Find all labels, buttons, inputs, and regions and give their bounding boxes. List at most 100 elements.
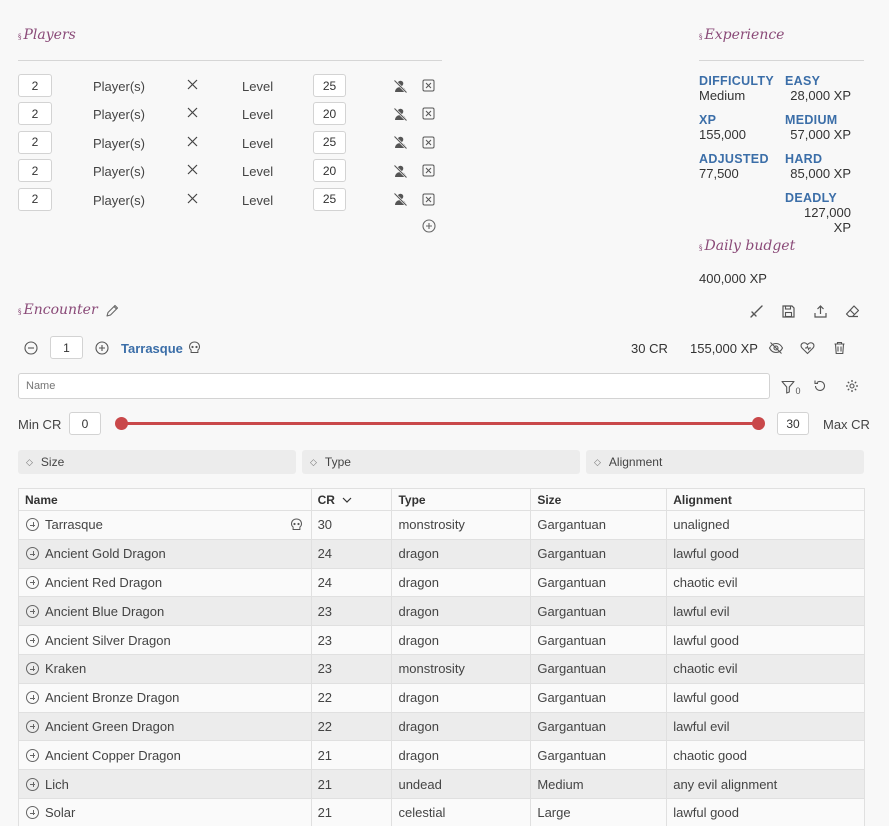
add-monster-icon[interactable]	[26, 691, 39, 705]
increase-quantity-icon[interactable]	[94, 340, 110, 356]
min-cr-input[interactable]: 0	[69, 412, 101, 435]
add-monster-icon[interactable]	[26, 575, 39, 589]
monster-type: dragon	[391, 682, 532, 713]
monster-name[interactable]: Ancient Green Dragon	[45, 719, 174, 734]
multiply-icon	[186, 106, 199, 119]
table-row[interactable]: Ancient Bronze Dragon 22 dragon Gargantu…	[18, 682, 865, 713]
monster-size: Gargantuan	[530, 596, 668, 627]
player-count-input[interactable]: 2	[18, 130, 52, 154]
add-monster-icon[interactable]	[26, 604, 39, 618]
add-monster-icon[interactable]	[26, 633, 39, 647]
table-row[interactable]: Solar 21 celestial Large lawful good	[18, 797, 865, 826]
min-cr-slider-handle[interactable]	[115, 417, 128, 430]
player-level-input[interactable]: 20	[313, 102, 346, 126]
monster-name[interactable]: Ancient Silver Dragon	[45, 633, 171, 648]
edit-pencil-icon[interactable]	[104, 303, 120, 319]
table-row[interactable]: Kraken 23 monstrosity Gargantuan chaotic…	[18, 653, 865, 684]
user-off-icon[interactable]	[392, 106, 408, 122]
add-monster-icon[interactable]	[26, 662, 39, 676]
player-level-input[interactable]: 20	[313, 159, 346, 183]
monster-name[interactable]: Ancient Blue Dragon	[45, 604, 164, 619]
user-off-icon[interactable]	[392, 192, 408, 208]
remove-player-icon[interactable]	[421, 192, 436, 207]
column-header-size[interactable]: Size	[530, 488, 668, 511]
add-monster-icon[interactable]	[26, 719, 39, 733]
max-cr-input[interactable]: 30	[777, 412, 809, 435]
user-off-icon[interactable]	[392, 163, 408, 179]
encounter-monster-name[interactable]: Tarrasque	[121, 341, 183, 356]
add-player-icon[interactable]	[421, 218, 437, 234]
remove-player-icon[interactable]	[421, 78, 436, 93]
sword-icon[interactable]	[748, 303, 765, 320]
save-icon[interactable]	[780, 303, 797, 320]
remove-player-icon[interactable]	[421, 135, 436, 150]
player-level-input[interactable]: 25	[313, 187, 346, 211]
monster-size: Gargantuan	[530, 567, 668, 598]
monster-name-cell: Ancient Bronze Dragon	[18, 682, 312, 713]
trash-icon[interactable]	[831, 340, 847, 356]
name-filter-input[interactable]	[18, 373, 770, 399]
monster-name[interactable]: Solar	[45, 805, 75, 820]
filter-icon[interactable]: 0	[781, 377, 801, 396]
decrease-quantity-icon[interactable]	[23, 340, 39, 356]
max-cr-slider-handle[interactable]	[752, 417, 765, 430]
monster-name[interactable]: Tarrasque	[45, 517, 103, 532]
column-header-alignment[interactable]: Alignment	[666, 488, 865, 511]
add-monster-icon[interactable]	[26, 806, 39, 820]
sort-chevron-icon: ◇	[594, 456, 601, 467]
player-count-input[interactable]: 2	[18, 187, 52, 211]
cr-header-label: CR	[317, 493, 335, 507]
player-level-input[interactable]: 25	[313, 74, 346, 97]
add-monster-icon[interactable]	[26, 777, 39, 791]
player-count-input[interactable]: 2	[18, 74, 52, 97]
reset-icon[interactable]	[812, 378, 828, 394]
table-row[interactable]: Ancient Copper Dragon 21 dragon Gargantu…	[18, 740, 865, 771]
players-label: Player(s)	[93, 192, 146, 208]
player-count-input[interactable]: 2	[18, 102, 52, 126]
monster-alignment: unaligned	[666, 510, 865, 540]
add-monster-icon[interactable]	[26, 547, 39, 561]
encounter-quantity-input[interactable]: 1	[50, 336, 83, 359]
table-row[interactable]: Ancient Blue Dragon 23 dragon Gargantuan…	[18, 596, 865, 627]
remove-player-icon[interactable]	[421, 163, 436, 178]
player-count-input[interactable]: 2	[18, 159, 52, 183]
column-header-type[interactable]: Type	[391, 488, 532, 511]
table-row[interactable]: Ancient Red Dragon 24 dragon Gargantuan …	[18, 567, 865, 598]
heart-icon[interactable]	[799, 340, 816, 356]
deadly-label: DEADLY	[785, 191, 838, 205]
user-off-icon[interactable]	[392, 78, 408, 94]
table-row[interactable]: Tarrasque 30 monstrosity Gargantuan unal…	[18, 510, 865, 540]
table-row[interactable]: Ancient Green Dragon 22 dragon Gargantua…	[18, 711, 865, 742]
player-level-input[interactable]: 25	[313, 130, 346, 154]
type-filter-select[interactable]: ◇ Type	[302, 450, 580, 474]
level-label: Level	[242, 192, 274, 208]
size-filter-select[interactable]: ◇ Size	[18, 450, 296, 474]
monster-name[interactable]: Lich	[45, 777, 69, 792]
table-row[interactable]: Ancient Gold Dragon 24 dragon Gargantuan…	[18, 538, 865, 569]
monster-name[interactable]: Ancient Red Dragon	[45, 575, 162, 590]
add-monster-icon[interactable]	[26, 518, 39, 532]
monster-name[interactable]: Kraken	[45, 661, 86, 676]
table-row[interactable]: Lich 21 undead Medium any evil alignment	[18, 769, 865, 799]
table-row[interactable]: Ancient Silver Dragon 23 dragon Gargantu…	[18, 625, 865, 655]
add-monster-icon[interactable]	[26, 748, 39, 762]
monster-size: Gargantuan	[530, 682, 668, 713]
adjusted-value: 77,500	[699, 166, 739, 181]
monster-name[interactable]: Ancient Gold Dragon	[45, 546, 166, 561]
monster-name[interactable]: Ancient Bronze Dragon	[45, 690, 179, 705]
eraser-icon[interactable]	[844, 303, 861, 320]
monster-name[interactable]: Ancient Copper Dragon	[45, 748, 181, 763]
column-header-cr[interactable]: CR	[310, 488, 393, 511]
alignment-filter-select[interactable]: ◇ Alignment	[586, 450, 864, 474]
export-icon[interactable]	[812, 303, 829, 320]
medium-value: 57,000 XP	[790, 127, 851, 142]
hard-label: HARD	[785, 152, 823, 166]
settings-gear-icon[interactable]	[844, 378, 860, 394]
user-off-icon[interactable]	[392, 135, 408, 151]
hide-eye-icon[interactable]	[767, 340, 784, 356]
easy-value: 28,000 XP	[790, 88, 851, 103]
remove-player-icon[interactable]	[421, 106, 436, 121]
cr-slider-track[interactable]	[121, 422, 759, 425]
monster-cr: 23	[310, 596, 393, 627]
column-header-name[interactable]: Name	[18, 488, 312, 511]
